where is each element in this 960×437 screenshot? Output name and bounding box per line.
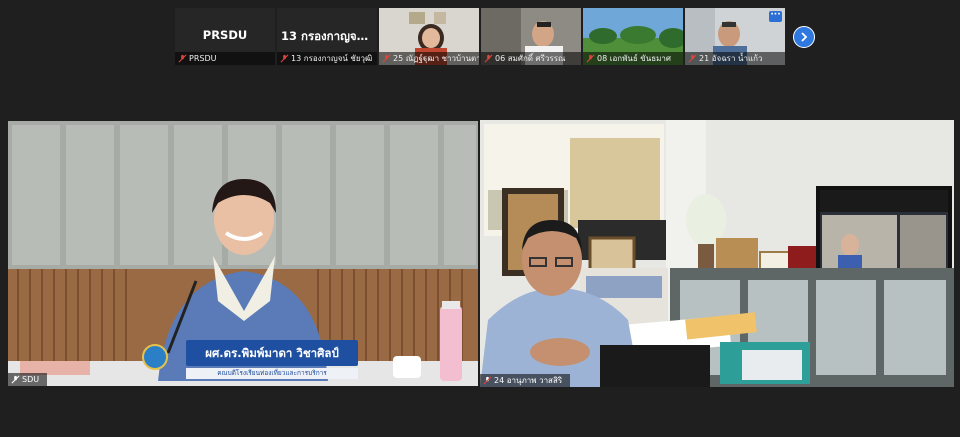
speaker-title: คณบดีโรงเรียนท่องเที่ยวและการบริการ (186, 368, 358, 379)
video-right-active-speaker[interactable]: 24 อานุภาพ วาสสิริ (480, 120, 954, 387)
participant-caption: 06 สมศักดิ์ ศรีวรรณ (481, 52, 581, 65)
participant-caption-text: 08 เอกพันธ์ ขันธมาศ (597, 54, 671, 63)
participant-name: 13 กรองกาญจน์... (281, 29, 377, 43)
participant-caption: PRSDU (175, 52, 275, 65)
participant-caption-text: 06 สมศักดิ์ ศรีวรรณ (495, 54, 566, 63)
participant-tile[interactable]: 13 กรองกาญจน์... 13 กรองกาญจน์ ชัยวุฒิ (277, 8, 377, 65)
mic-muted-icon (11, 375, 20, 384)
speaker-nameplate: ผศ.ดร.พิมพ์มาดา วิชาศิลป์ (186, 340, 358, 366)
mic-muted-icon (688, 54, 697, 63)
participant-name: PRSDU (202, 28, 248, 42)
participant-tile[interactable]: ··· 21 อัจฉรา น้ำแก้ว (685, 8, 785, 65)
mic-muted-icon (483, 376, 492, 385)
speaker-video-feed (480, 120, 954, 387)
mic-muted-icon (280, 54, 289, 63)
participant-strip: PRSDU PRSDU 13 กรองกาญจน์... 13 กรองกาญจ… (175, 8, 785, 65)
mic-muted-icon (484, 54, 493, 63)
participant-caption: 21 อัจฉรา น้ำแก้ว (685, 52, 785, 65)
participant-tile[interactable]: 08 เอกพันธ์ ขันธมาศ (583, 8, 683, 65)
participant-caption-text: 21 อัจฉรา น้ำแก้ว (699, 54, 763, 63)
video-left[interactable]: ผศ.ดร.พิมพ์มาดา วิชาศิลป์ คณบดีโรงเรียนท… (8, 121, 478, 386)
participant-caption: 08 เอกพันธ์ ขันธมาศ (583, 52, 683, 65)
participant-caption: 13 กรองกาญจน์ ชัยวุฒิ (277, 52, 377, 65)
video-caption: SDU (8, 373, 48, 386)
next-page-button[interactable] (793, 26, 815, 48)
mic-muted-icon (178, 54, 187, 63)
participant-tile[interactable]: PRSDU PRSDU (175, 8, 275, 65)
mic-muted-icon (382, 54, 391, 63)
participant-tile[interactable]: 06 สมศักดิ์ ศรีวรรณ (481, 8, 581, 65)
participant-caption: 25 ณัฏฐ์ฐุฒา ชาวบ้านตาล (379, 52, 479, 65)
participant-caption-text: 25 ณัฏฐ์ฐุฒา ชาวบ้านตาล (393, 54, 479, 63)
video-caption-text: SDU (22, 375, 40, 384)
participant-caption-text: PRSDU (189, 54, 217, 63)
mic-muted-icon (586, 54, 595, 63)
participant-tile[interactable]: 25 ณัฏฐ์ฐุฒา ชาวบ้านตาล (379, 8, 479, 65)
participant-caption-text: 13 กรองกาญจน์ ชัยวุฒิ (291, 54, 373, 63)
chevron-right-icon (801, 32, 808, 42)
more-options-icon[interactable]: ··· (769, 11, 782, 22)
video-caption-text: 24 อานุภาพ วาสสิริ (494, 376, 563, 385)
video-caption: 24 อานุภาพ วาสสิริ (480, 374, 571, 387)
